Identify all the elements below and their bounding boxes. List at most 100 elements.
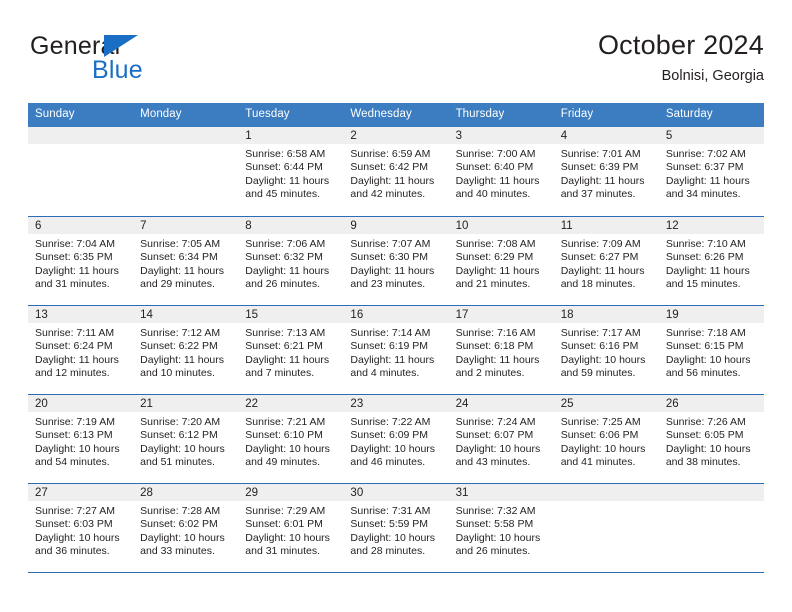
day-detail-line: Sunset: 6:10 PM: [245, 429, 323, 442]
calendar-weeks: 1 Sunrise: 6:58 AM Sunset: 6:44 PM Daylight…: [28, 127, 764, 572]
day-number: 18: [553, 306, 659, 323]
day-details: Sunrise: 7:31 AM Sunset: 5:59 PM Daylight:…: [343, 501, 448, 559]
day-detail-line: Sunset: 6:05 PM: [665, 429, 744, 442]
day-detail-line: and 2 minutes.: [455, 367, 525, 380]
day-detail-line: Sunset: 5:59 PM: [350, 518, 429, 531]
day-detail-line: Sunrise: 6:59 AM: [350, 148, 431, 160]
day-number: 24: [448, 395, 554, 412]
day-detail-line: Daylight: 11 hours: [35, 353, 119, 366]
day-number: 6: [28, 217, 134, 234]
day-cell-3[interactable]: 3 Sunrise: 7:00 AM Sunset: 6:40 PM Daylight…: [448, 127, 554, 216]
day-cell-2[interactable]: 2 Sunrise: 6:59 AM Sunset: 6:42 PM Daylight…: [343, 127, 449, 216]
day-detail-line: Sunset: 6:44 PM: [245, 161, 323, 174]
day-detail-line: Daylight: 10 hours: [245, 442, 330, 455]
day-detail-line: and 37 minutes.: [560, 188, 636, 201]
day-details: Sunrise: 7:19 AM Sunset: 6:13 PM Daylight:…: [28, 412, 133, 470]
day-details: Sunrise: 7:02 AM Sunset: 6:37 PM Daylight:…: [659, 144, 764, 202]
day-cell-22[interactable]: 22 Sunrise: 7:21 AM Sunset: 6:10 PM Dayligh…: [238, 395, 344, 483]
day-cell-empty: [553, 484, 659, 572]
day-number: [553, 484, 659, 501]
day-detail-line: Sunset: 6:01 PM: [245, 518, 323, 531]
day-number: 30: [343, 484, 449, 501]
grid-bottom-border: [28, 572, 764, 573]
day-detail-line: Daylight: 11 hours: [665, 174, 750, 187]
day-detail-line: Sunrise: 7:13 AM: [245, 327, 326, 339]
day-detail-line: Sunset: 6:39 PM: [560, 161, 639, 174]
day-cell-empty: [133, 127, 239, 216]
day-cell-24[interactable]: 24 Sunrise: 7:24 AM Sunset: 6:07 PM Dayligh…: [448, 395, 554, 483]
day-cell-1[interactable]: 1 Sunrise: 6:58 AM Sunset: 6:44 PM Daylight…: [238, 127, 344, 216]
day-cell-10[interactable]: 10 Sunrise: 7:08 AM Sunset: 6:29 PM Dayligh…: [448, 217, 554, 305]
day-detail-line: Sunset: 6:40 PM: [455, 161, 534, 174]
day-cell-23[interactable]: 23 Sunrise: 7:22 AM Sunset: 6:09 PM Dayligh…: [343, 395, 449, 483]
day-detail-line: Sunset: 6:16 PM: [560, 340, 639, 353]
day-number: 13: [28, 306, 134, 323]
day-detail-line: Sunrise: 7:01 AM: [560, 148, 641, 160]
day-cell-30[interactable]: 30 Sunrise: 7:31 AM Sunset: 5:59 PM Dayligh…: [343, 484, 449, 572]
day-detail-line: Daylight: 11 hours: [560, 174, 645, 187]
day-detail-line: and 51 minutes.: [140, 456, 215, 469]
day-detail-line: Daylight: 11 hours: [455, 264, 540, 277]
day-detail-line: and 31 minutes.: [245, 545, 320, 558]
day-detail-line: Daylight: 10 hours: [350, 442, 436, 455]
day-cell-19[interactable]: 19 Sunrise: 7:18 AM Sunset: 6:15 PM Dayligh…: [658, 306, 764, 394]
day-detail-line: Sunrise: 7:29 AM: [245, 505, 326, 517]
day-cell-20[interactable]: 20 Sunrise: 7:19 AM Sunset: 6:13 PM Dayligh…: [28, 395, 134, 483]
day-detail-line: Sunrise: 7:16 AM: [455, 327, 536, 339]
day-detail-line: Daylight: 10 hours: [140, 442, 225, 455]
day-number: 8: [238, 217, 344, 234]
day-cell-11[interactable]: 11 Sunrise: 7:09 AM Sunset: 6:27 PM Dayligh…: [553, 217, 659, 305]
day-detail-line: Sunrise: 7:28 AM: [140, 505, 221, 517]
day-cell-18[interactable]: 18 Sunrise: 7:17 AM Sunset: 6:16 PM Dayligh…: [553, 306, 659, 394]
weekday-header-friday: Friday: [560, 108, 594, 120]
day-cell-31[interactable]: 31 Sunrise: 7:32 AM Sunset: 5:58 PM Dayligh…: [448, 484, 554, 572]
day-cell-7[interactable]: 7 Sunrise: 7:05 AM Sunset: 6:34 PM Daylight…: [133, 217, 239, 305]
day-detail-line: and 7 minutes.: [245, 367, 315, 380]
day-cell-27[interactable]: 27 Sunrise: 7:27 AM Sunset: 6:03 PM Dayligh…: [28, 484, 134, 572]
day-cell-empty: [28, 127, 134, 216]
day-cell-21[interactable]: 21 Sunrise: 7:20 AM Sunset: 6:12 PM Dayligh…: [133, 395, 239, 483]
calendar-week-row: 6 Sunrise: 7:04 AM Sunset: 6:35 PM Daylight…: [28, 216, 764, 305]
day-cell-15[interactable]: 15 Sunrise: 7:13 AM Sunset: 6:21 PM Dayligh…: [238, 306, 344, 394]
day-details: Sunrise: 7:18 AM Sunset: 6:15 PM Daylight:…: [659, 323, 764, 381]
day-cell-16[interactable]: 16 Sunrise: 7:14 AM Sunset: 6:19 PM Dayligh…: [343, 306, 449, 394]
day-number: 14: [133, 306, 239, 323]
day-number: 29: [238, 484, 344, 501]
weekday-header-wednesday: Wednesday: [350, 108, 412, 120]
day-number: 22: [238, 395, 344, 412]
day-detail-line: and 40 minutes.: [455, 188, 531, 201]
day-cell-9[interactable]: 9 Sunrise: 7:07 AM Sunset: 6:30 PM Daylight…: [343, 217, 449, 305]
day-details: Sunrise: 7:29 AM Sunset: 6:01 PM Daylight:…: [238, 501, 343, 559]
day-cell-29[interactable]: 29 Sunrise: 7:29 AM Sunset: 6:01 PM Dayligh…: [238, 484, 344, 572]
day-detail-line: Sunrise: 7:04 AM: [35, 238, 115, 250]
day-cell-28[interactable]: 28 Sunrise: 7:28 AM Sunset: 6:02 PM Dayligh…: [133, 484, 239, 572]
day-cell-8[interactable]: 8 Sunrise: 7:06 AM Sunset: 6:32 PM Daylight…: [238, 217, 344, 305]
day-detail-line: Daylight: 11 hours: [455, 353, 540, 366]
day-cell-17[interactable]: 17 Sunrise: 7:16 AM Sunset: 6:18 PM Dayligh…: [448, 306, 554, 394]
day-cell-4[interactable]: 4 Sunrise: 7:01 AM Sunset: 6:39 PM Daylight…: [553, 127, 659, 216]
day-cell-6[interactable]: 6 Sunrise: 7:04 AM Sunset: 6:35 PM Daylight…: [28, 217, 134, 305]
day-number: 23: [343, 395, 449, 412]
day-detail-line: Sunset: 6:30 PM: [350, 251, 429, 264]
day-details: Sunrise: 7:00 AM Sunset: 6:40 PM Daylight:…: [449, 144, 554, 202]
day-detail-line: Sunset: 6:07 PM: [455, 429, 534, 442]
day-number: 2: [343, 127, 449, 144]
day-cell-14[interactable]: 14 Sunrise: 7:12 AM Sunset: 6:22 PM Dayligh…: [133, 306, 239, 394]
day-details: Sunrise: 7:32 AM Sunset: 5:58 PM Daylight:…: [449, 501, 554, 559]
day-detail-line: Daylight: 11 hours: [245, 353, 330, 366]
day-detail-line: Sunrise: 7:21 AM: [245, 416, 326, 428]
day-detail-line: Sunset: 6:06 PM: [560, 429, 639, 442]
day-detail-line: and 42 minutes.: [350, 188, 426, 201]
day-cell-25[interactable]: 25 Sunrise: 7:25 AM Sunset: 6:06 PM Dayligh…: [553, 395, 659, 483]
day-detail-line: Daylight: 11 hours: [140, 264, 224, 277]
day-detail-line: Sunrise: 6:58 AM: [245, 148, 326, 160]
day-cell-5[interactable]: 5 Sunrise: 7:02 AM Sunset: 6:37 PM Daylight…: [658, 127, 764, 216]
day-cell-13[interactable]: 13 Sunrise: 7:11 AM Sunset: 6:24 PM Dayligh…: [28, 306, 134, 394]
general-blue-logo[interactable]: General Blue: [30, 32, 230, 88]
day-number: 5: [658, 127, 764, 144]
day-details: Sunrise: 7:05 AM Sunset: 6:34 PM Daylight:…: [133, 234, 238, 292]
day-number: 10: [448, 217, 554, 234]
day-cell-12[interactable]: 12 Sunrise: 7:10 AM Sunset: 6:26 PM Dayligh…: [658, 217, 764, 305]
day-cell-26[interactable]: 26 Sunrise: 7:26 AM Sunset: 6:05 PM Dayligh…: [658, 395, 764, 483]
blue-triangle-icon: [104, 35, 138, 57]
